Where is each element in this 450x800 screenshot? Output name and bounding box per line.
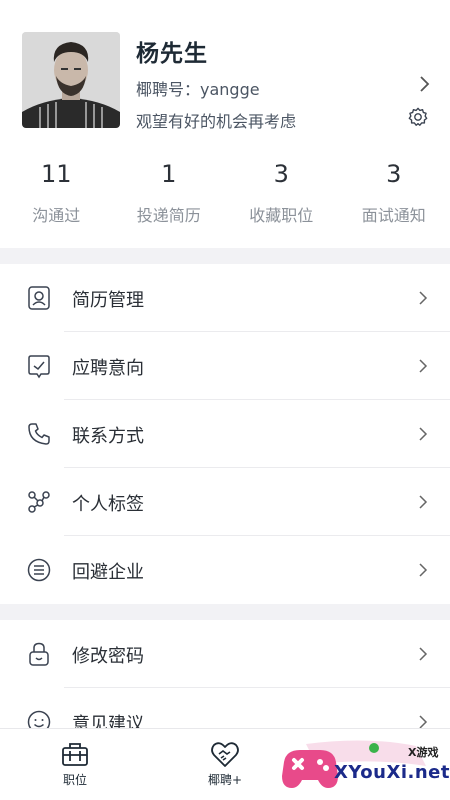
avatar[interactable]: [22, 32, 120, 128]
stat-label: 面试通知: [361, 206, 426, 225]
tab-label: 椰聘+: [207, 773, 243, 787]
chevron-right-icon: [419, 359, 428, 373]
stat-interviews[interactable]: 3 面试通知: [338, 152, 450, 232]
chevron-right-icon: [419, 647, 428, 661]
watermark-small-text: X游戏: [408, 746, 439, 759]
stat-favorites[interactable]: 3 收藏职位: [225, 152, 338, 232]
chevron-right-icon: [419, 291, 428, 305]
menu-label: 个人标签: [72, 494, 144, 515]
menu-item-intention[interactable]: 应聘意向: [0, 332, 450, 400]
menu-label: 应聘意向: [72, 358, 144, 379]
tag-icon: [28, 491, 50, 513]
phone-icon: [28, 423, 50, 445]
stat-label: 投递简历: [136, 206, 201, 225]
tab-jobs[interactable]: 职位: [35, 739, 115, 788]
stat-label: 沟通过: [32, 206, 81, 225]
stat-applied[interactable]: 1 投递简历: [113, 152, 226, 232]
block-list-icon: [27, 558, 51, 582]
section-divider: [0, 604, 450, 620]
menu-label: 简历管理: [72, 290, 144, 311]
resume-icon: [28, 286, 50, 310]
chevron-right-icon: [419, 495, 428, 509]
user-name: 杨先生: [136, 41, 208, 67]
tab-yepin-plus[interactable]: 椰聘+: [185, 739, 265, 788]
chevron-right-icon: [419, 563, 428, 577]
stat-value: 1: [161, 160, 177, 188]
stat-value: 11: [40, 160, 72, 188]
watermark-logo: X游戏 XYouXi.net: [276, 732, 450, 798]
menu-item-tags[interactable]: 个人标签: [0, 468, 450, 536]
menu-item-avoid-companies[interactable]: 回避企业: [0, 536, 450, 604]
stat-label: 收藏职位: [249, 206, 314, 225]
tab-label: 职位: [62, 773, 87, 787]
profile-header[interactable]: 杨先生 椰聘号：yangge 观望有好的机会再考虑: [0, 0, 450, 140]
stats-row: 11 沟通过 1 投递简历 3 收藏职位 3 面试通知: [0, 152, 450, 232]
account-id: 椰聘号：yangge: [136, 80, 260, 99]
menu-item-contact[interactable]: 联系方式: [0, 400, 450, 468]
stat-value: 3: [386, 160, 402, 188]
chevron-right-icon: [419, 427, 428, 441]
stat-value: 3: [273, 160, 289, 188]
menu-label: 修改密码: [72, 646, 144, 667]
section-divider: [0, 248, 450, 264]
handshake-icon: [211, 742, 239, 767]
lock-icon: [29, 642, 49, 666]
menu-item-change-password[interactable]: 修改密码: [0, 620, 450, 688]
watermark-site-text: XYouXi.net: [334, 762, 450, 783]
job-status: 观望有好的机会再考虑: [136, 112, 297, 131]
menu-item-resume[interactable]: 简历管理: [0, 264, 450, 332]
menu-label: 回避企业: [72, 562, 144, 583]
menu-label: 联系方式: [72, 426, 144, 447]
chevron-right-icon[interactable]: [414, 74, 434, 94]
briefcase-icon: [62, 743, 88, 766]
intention-icon: [28, 355, 50, 379]
gear-icon[interactable]: [407, 106, 429, 128]
stat-contacted[interactable]: 11 沟通过: [0, 152, 113, 232]
